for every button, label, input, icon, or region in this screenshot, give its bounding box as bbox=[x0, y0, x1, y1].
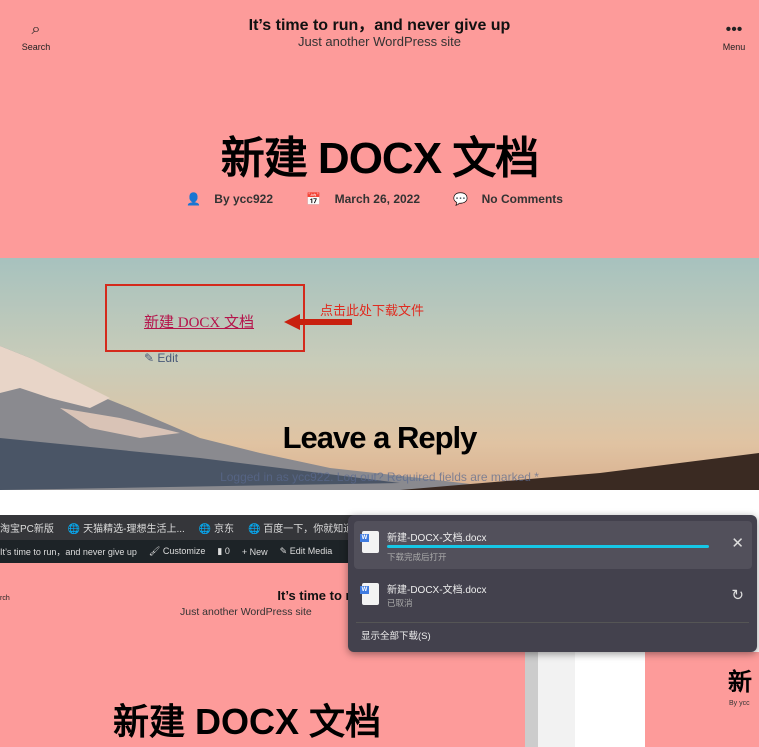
site-description: Just another WordPress site bbox=[297, 34, 462, 49]
pencil-icon: ✎ bbox=[279, 546, 288, 556]
admin-customize[interactable]: 🖌 Customize bbox=[149, 546, 205, 557]
close-icon[interactable]: ✕ bbox=[731, 534, 744, 552]
preview-author-partial: By ycc bbox=[729, 700, 750, 707]
bookmark[interactable]: 🌐 京东 bbox=[199, 520, 234, 535]
download-link[interactable]: 新建 DOCX 文档 bbox=[144, 311, 254, 332]
bookmark[interactable]: 🌐 天猫精选-理想生活上... bbox=[68, 520, 185, 535]
download-item[interactable]: W 新建-DOCX-文档.docx 已取消 ↻ bbox=[354, 573, 752, 621]
bookmark[interactable]: 🌐 百度一下，你就知道 bbox=[248, 520, 353, 535]
preview-site-desc: Just another WordPress site bbox=[180, 606, 312, 618]
download-filename: 新建-DOCX-文档.docx bbox=[387, 585, 487, 596]
edit-link[interactable]: ✎ Edit bbox=[144, 351, 178, 365]
admin-comments[interactable]: ▮ 0 bbox=[217, 546, 229, 557]
bookmark-label: 百度一下，你就知道 bbox=[263, 524, 354, 535]
word-file-icon: W bbox=[360, 531, 379, 553]
admin-new[interactable]: + New bbox=[242, 547, 268, 557]
globe-icon: 🌐 bbox=[198, 524, 212, 535]
comments-text: No Comments bbox=[481, 192, 563, 206]
author-text: By ycc922 bbox=[214, 192, 273, 206]
customize-label: Customize bbox=[162, 546, 206, 556]
admin-site[interactable]: It’s time to run，and never give up bbox=[0, 545, 137, 558]
site-title[interactable]: It’s time to run，and never give up bbox=[0, 11, 759, 35]
download-filename: 新建-DOCX-文档.docx bbox=[387, 533, 487, 544]
download-status: 已取消 bbox=[387, 598, 413, 608]
edit-media-label: Edit Media bbox=[289, 546, 333, 556]
logged-in-text: Logged in as ycc922. Log out? Required f… bbox=[220, 470, 539, 484]
bookmark-label: 京东 bbox=[214, 524, 235, 535]
brush-icon: 🖌 bbox=[148, 546, 161, 556]
download-item[interactable]: W 新建-DOCX-文档.docx 下载完成后打开 ✕ bbox=[354, 521, 752, 569]
preview-post-title: 新建 DOCX 文档 bbox=[113, 701, 382, 742]
date-text: March 26, 2022 bbox=[334, 192, 421, 206]
post-title: 新建 DOCX 文档 bbox=[220, 134, 540, 183]
download-status: 下载完成后打开 bbox=[387, 552, 447, 562]
new-label: New bbox=[249, 546, 268, 557]
annotation-text: 点击此处下载文件 bbox=[320, 303, 425, 318]
globe-icon: 🌐 bbox=[67, 524, 81, 535]
edit-icon: ✎ bbox=[144, 351, 158, 365]
admin-edit-media[interactable]: ✎ Edit Media bbox=[280, 546, 333, 557]
download-progress-bar bbox=[387, 545, 709, 548]
downloads-popup: W 新建-DOCX-文档.docx 下载完成后打开 ✕ W 新建-DOCX-文档… bbox=[348, 515, 757, 652]
reply-heading: Leave a Reply bbox=[282, 420, 478, 455]
bookmark[interactable]: 淘宝PC新版 bbox=[0, 520, 54, 535]
comment-icon: ▮ bbox=[217, 546, 223, 556]
comment-count: 0 bbox=[224, 546, 230, 556]
edit-label: Edit bbox=[157, 351, 179, 365]
globe-icon: 🌐 bbox=[248, 524, 261, 535]
show-all-downloads[interactable]: 显示全部下载(S) bbox=[361, 628, 431, 642]
retry-icon[interactable]: ↻ bbox=[731, 586, 744, 604]
word-file-icon: W bbox=[360, 583, 379, 605]
post-date[interactable]: 📅 March 26, 2022 bbox=[306, 192, 430, 206]
post-author[interactable]: 👤 By ycc922 bbox=[186, 192, 283, 206]
page-preview-right: 新 By ycc bbox=[645, 652, 759, 747]
plus-icon: + bbox=[241, 546, 248, 557]
preview-title-partial: 新 bbox=[728, 669, 752, 696]
post-comments[interactable]: 💬 No Comments bbox=[453, 192, 573, 206]
post-meta: 👤 By ycc922 📅 March 26, 2022 💬 No Commen… bbox=[0, 192, 759, 206]
divider bbox=[356, 622, 749, 623]
window-gap bbox=[525, 652, 575, 747]
bookmark-label: 天猫精选-理想生活上... bbox=[83, 524, 185, 535]
